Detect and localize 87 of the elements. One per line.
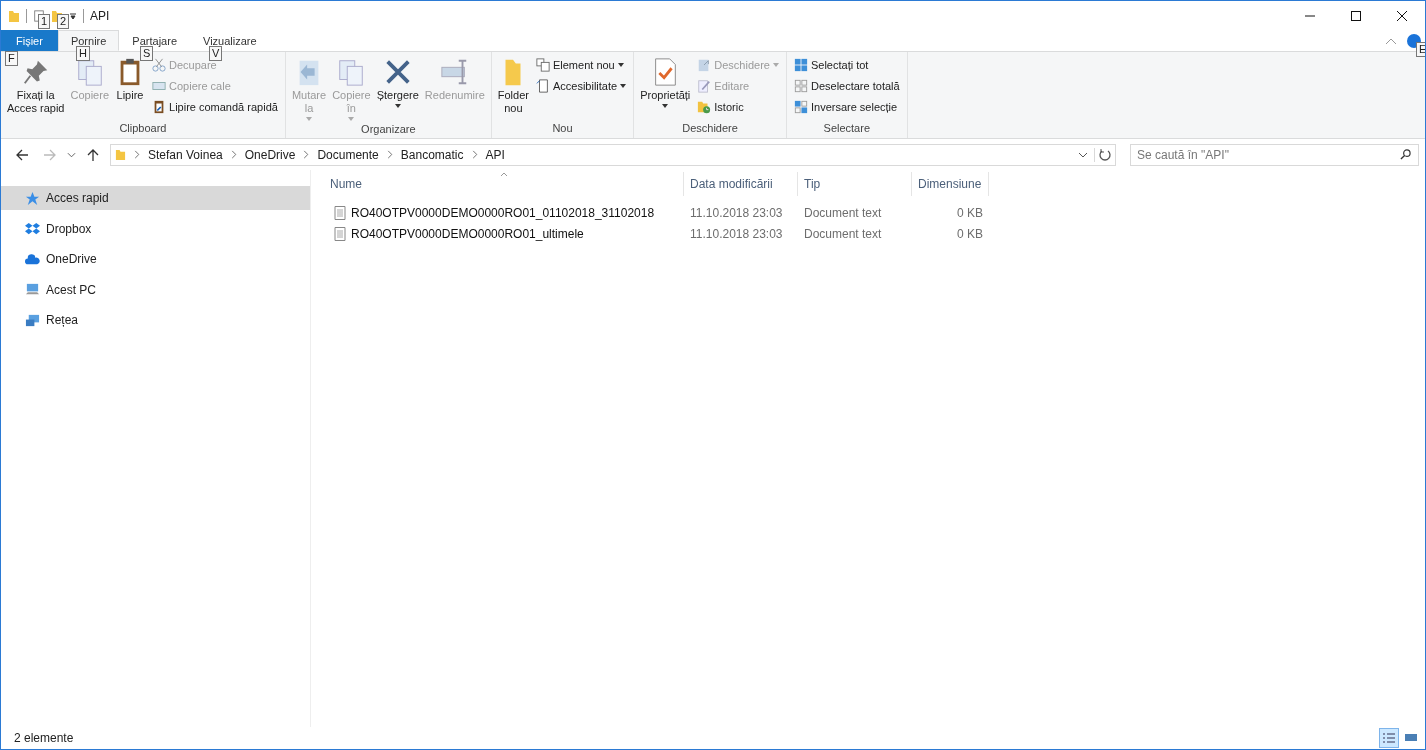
chevron-right-icon[interactable] — [303, 150, 310, 159]
cloud-icon — [25, 251, 40, 267]
text-file-icon — [334, 205, 346, 220]
star-icon — [25, 190, 40, 206]
folder-icon — [115, 148, 126, 161]
sidebar-item[interactable]: OneDrive — [1, 247, 310, 271]
sort-icon — [500, 172, 508, 177]
keytip: E — [1416, 42, 1425, 57]
details-view-button[interactable] — [1379, 728, 1399, 748]
sidebar-item[interactable]: Acest PC — [1, 277, 310, 302]
ribbon-button[interactable]: Istoric — [694, 97, 782, 117]
history-icon — [697, 100, 712, 114]
scissors-icon — [152, 58, 166, 72]
breadcrumb[interactable]: OneDrive — [244, 147, 296, 162]
chevron-right-icon[interactable] — [386, 150, 393, 159]
item-count: 2 elemente — [14, 731, 74, 745]
keytip: F — [5, 51, 18, 66]
group-label: Deschidere — [681, 122, 739, 136]
document-icon — [535, 79, 550, 93]
ribbon-button[interactable]: Folder nou — [495, 55, 531, 122]
new-item-icon — [535, 58, 550, 72]
breadcrumb[interactable]: Stefan Voinea — [148, 147, 223, 162]
ribbon-button[interactable]: Element nou — [532, 55, 630, 75]
grid-icon — [793, 58, 808, 72]
table-cell[interactable]: RO40OTPV0000DEMO0000RO01_ultimele — [351, 226, 584, 241]
chevron-down-icon[interactable] — [1078, 151, 1088, 158]
text-file-icon — [334, 226, 346, 241]
shortcut-icon — [152, 100, 166, 114]
list-icon — [1382, 732, 1396, 744]
sidebar-item[interactable]: Rețea — [1, 308, 310, 332]
address-bar[interactable]: Stefan Voinea OneDrive Documente Bancomatic API — [110, 143, 1116, 166]
table-cell[interactable]: RO40OTPV0000DEMO0000RO01_01102018_31102018 — [351, 205, 655, 220]
column-header[interactable]: Tip — [798, 172, 912, 196]
search-field[interactable]: Se caută în "API" — [1130, 143, 1419, 166]
table-cell: Document text — [804, 226, 882, 241]
table-cell: Document text — [804, 205, 882, 220]
forward-icon[interactable] — [43, 147, 57, 162]
folder-icon — [8, 8, 20, 23]
table-cell: 0 KB — [957, 205, 983, 220]
table-cell: 0 KB — [957, 226, 983, 241]
ribbon-button[interactable]: Deselectare totală — [790, 76, 903, 96]
group-label: Selectare — [822, 122, 872, 136]
sidebar-item[interactable]: Acces rapid — [1, 186, 310, 210]
network-icon — [25, 312, 40, 328]
group-label: Organizare — [360, 123, 417, 137]
grid-icon — [793, 79, 808, 93]
computer-icon — [25, 282, 40, 297]
chevron-right-icon[interactable] — [134, 150, 140, 159]
close-icon — [1396, 9, 1408, 22]
keytip: 2 — [57, 14, 70, 29]
keytip: V — [209, 46, 223, 61]
chevron-right-icon[interactable] — [230, 150, 237, 159]
keytip: H — [76, 46, 90, 61]
up-icon[interactable] — [86, 147, 100, 162]
edit-icon — [697, 79, 712, 93]
back-icon[interactable] — [15, 147, 29, 162]
dropbox-icon — [25, 221, 40, 236]
breadcrumb[interactable]: Bancomatic — [400, 147, 464, 162]
ribbon-button[interactable]: Proprietăți — [638, 55, 693, 122]
collapse-icon[interactable] — [1385, 36, 1397, 45]
ribbon-button[interactable]: Inversare selecție — [790, 97, 903, 117]
image-icon — [1404, 732, 1418, 744]
table-cell: 11.10.2018 23:03 — [690, 205, 783, 220]
chevron-down-icon[interactable] — [67, 151, 76, 158]
ribbon-button[interactable]: Lipire comandă rapidă — [149, 97, 281, 117]
sidebar-item[interactable]: Dropbox — [1, 216, 310, 241]
breadcrumb[interactable]: Documente — [317, 147, 379, 162]
breadcrumb[interactable]: API — [485, 147, 505, 162]
ribbon-button[interactable]: Selectați tot — [790, 55, 903, 75]
ribbon-button[interactable]: Ștergere — [374, 55, 421, 123]
column-header[interactable]: Data modificării — [684, 172, 798, 196]
window-title: API — [90, 8, 110, 23]
group-label: Nou — [551, 122, 574, 136]
open-icon — [697, 58, 712, 72]
column-header[interactable]: Nume — [330, 172, 684, 196]
chevron-right-icon[interactable] — [471, 150, 478, 159]
search-icon — [1400, 148, 1411, 160]
keytip: S — [140, 46, 154, 61]
grid-icon — [793, 100, 808, 114]
column-header[interactable]: Dimensiune — [912, 172, 989, 196]
keytip: 1 — [38, 14, 51, 29]
group-label: Clipboard — [118, 122, 168, 136]
dropdown-icon[interactable] — [69, 11, 77, 20]
table-cell: 11.10.2018 23:03 — [690, 226, 783, 241]
ribbon-button[interactable]: Accesibilitate — [532, 76, 630, 96]
maximize-icon — [1350, 9, 1362, 22]
ribbon-tab[interactable]: Fișier — [1, 30, 58, 51]
